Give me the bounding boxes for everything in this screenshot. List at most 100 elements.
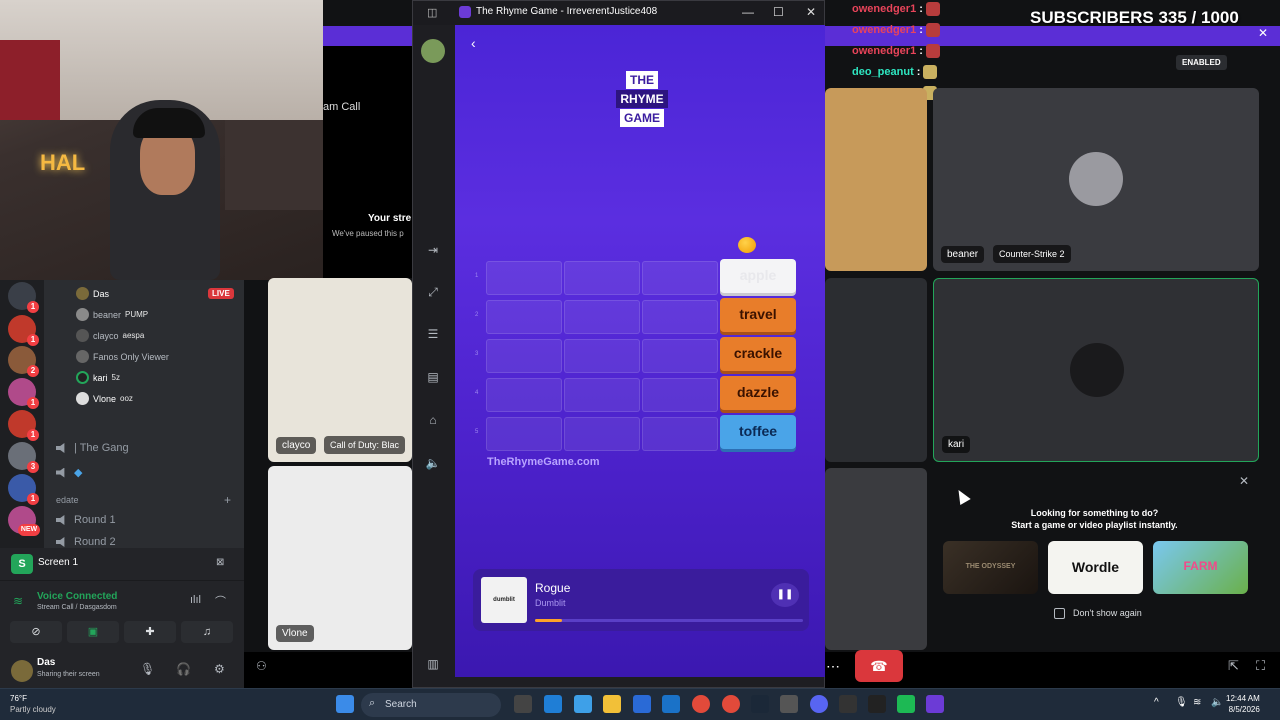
- app-icon[interactable]: [574, 695, 592, 713]
- close-share-icon[interactable]: ⊠: [216, 557, 224, 568]
- spotify-icon[interactable]: [897, 695, 915, 713]
- avatar[interactable]: [11, 660, 33, 682]
- label-icon[interactable]: ⌂: [425, 413, 441, 429]
- video-tile-beaner[interactable]: beaner Counter-Strike 2: [933, 88, 1259, 271]
- letter-cell[interactable]: [642, 339, 718, 373]
- expand-icon[interactable]: ⤢: [425, 285, 441, 301]
- server-icon[interactable]: 3: [8, 442, 39, 473]
- clock[interactable]: 12:44 AM 8/5/2026: [1226, 693, 1260, 715]
- close-icon[interactable]: ✕: [1258, 26, 1268, 40]
- noise-icon[interactable]: ılıl: [190, 594, 201, 606]
- mic-icon[interactable]: 🎙: [140, 662, 155, 676]
- word-tile[interactable]: crackle: [720, 337, 796, 371]
- store-icon[interactable]: [633, 695, 651, 713]
- pause-button[interactable]: ❚❚: [771, 583, 799, 607]
- share-screen-button[interactable]: ▣: [67, 621, 119, 643]
- activity-card-odyssey[interactable]: THE ODYSSEY: [943, 541, 1038, 594]
- minimize-button[interactable]: —: [742, 5, 754, 19]
- letter-cell[interactable]: [564, 417, 640, 451]
- server-icon[interactable]: 1: [8, 282, 39, 313]
- outlook-icon[interactable]: [662, 695, 680, 713]
- video-tile-kari[interactable]: kari: [933, 278, 1259, 462]
- weather-widget[interactable]: 76°F Partly cloudy: [10, 693, 56, 715]
- fullscreen-icon[interactable]: ⛶: [1256, 658, 1265, 674]
- voice-user[interactable]: kari 5z: [76, 371, 120, 384]
- server-icon[interactable]: 2: [8, 346, 39, 377]
- chrome-icon[interactable]: [692, 695, 710, 713]
- disconnect-icon[interactable]: ⌒: [215, 593, 226, 609]
- dont-show-checkbox[interactable]: [1054, 608, 1065, 619]
- activity-card-wordle[interactable]: Wordle: [1048, 541, 1143, 594]
- steam-icon[interactable]: [751, 695, 769, 713]
- letter-cell[interactable]: [642, 261, 718, 295]
- letter-cell[interactable]: [486, 378, 562, 412]
- start-icon[interactable]: [336, 695, 354, 713]
- taskbar-search[interactable]: ⌕ Search: [361, 693, 501, 717]
- letter-cell[interactable]: [642, 300, 718, 334]
- server-icon[interactable]: 1: [8, 378, 39, 409]
- popout-icon[interactable]: ⇱: [1228, 658, 1239, 674]
- captions-icon[interactable]: ▤: [425, 370, 441, 386]
- letter-cell[interactable]: [486, 339, 562, 373]
- server-icon[interactable]: 1: [8, 315, 39, 346]
- activities-button[interactable]: ✚: [124, 621, 176, 643]
- voice-channel-round-1[interactable]: Round 1: [56, 514, 116, 526]
- video-tile[interactable]: [825, 88, 927, 271]
- screen-share-bar[interactable]: S Screen 1 ⊠: [0, 548, 244, 580]
- exit-icon[interactable]: ⇥: [425, 243, 441, 259]
- voice-user[interactable]: Das: [76, 287, 109, 300]
- video-tile[interactable]: [825, 278, 927, 462]
- task-view-icon[interactable]: [514, 695, 532, 713]
- word-tile[interactable]: toffee: [720, 415, 796, 449]
- sidebar-toggle-icon[interactable]: ◫: [427, 6, 437, 19]
- add-channel-icon[interactable]: +: [224, 493, 231, 507]
- voice-channel-round-2[interactable]: Round 2: [56, 536, 116, 548]
- letter-cell[interactable]: [486, 261, 562, 295]
- rhyme-game-icon[interactable]: [926, 695, 944, 713]
- volume-icon[interactable]: 🔈: [425, 456, 441, 472]
- site-link[interactable]: TheRhymeGame.com: [487, 456, 599, 468]
- window-titlebar[interactable]: ◫ The Rhyme Game - IrreverentJustice408 …: [413, 1, 824, 25]
- video-tile-clayco[interactable]: clayco Call of Duty: Blac: [268, 278, 412, 462]
- person-add-icon[interactable]: ⚇: [256, 659, 267, 673]
- close-icon[interactable]: ✕: [1239, 474, 1249, 488]
- headphones-icon[interactable]: 🎧: [176, 662, 191, 676]
- server-icon[interactable]: 1: [8, 410, 39, 441]
- letter-cell[interactable]: [486, 417, 562, 451]
- gear-icon[interactable]: ⚙: [214, 662, 225, 676]
- letter-cell[interactable]: [642, 378, 718, 412]
- more-icon[interactable]: ⋯: [826, 658, 840, 675]
- file-explorer-icon[interactable]: [603, 695, 621, 713]
- app-icon[interactable]: [839, 695, 857, 713]
- activity-card-farm[interactable]: FARM: [1153, 541, 1248, 594]
- camera-off-button[interactable]: ⊘: [10, 621, 62, 643]
- avatar[interactable]: [421, 39, 445, 63]
- progress-bar[interactable]: [535, 619, 803, 622]
- word-tile[interactable]: dazzle: [720, 376, 796, 410]
- discord-icon[interactable]: [810, 695, 828, 713]
- chrome-icon[interactable]: [722, 695, 740, 713]
- video-tile[interactable]: [825, 468, 927, 650]
- edge-icon[interactable]: [544, 695, 562, 713]
- voice-user[interactable]: Fanos Only Viewer: [76, 350, 169, 363]
- maximize-button[interactable]: ☐: [773, 5, 784, 19]
- letter-cell[interactable]: [486, 300, 562, 334]
- letter-cell[interactable]: [642, 417, 718, 451]
- voice-user[interactable]: Vlone ooz: [76, 392, 133, 405]
- close-button[interactable]: ✕: [806, 5, 816, 19]
- letter-cell[interactable]: [564, 300, 640, 334]
- settings-sliders-icon[interactable]: ☰: [425, 327, 441, 343]
- word-tile[interactable]: travel: [720, 298, 796, 332]
- wifi-icon[interactable]: ≋: [1193, 697, 1201, 708]
- server-icon[interactable]: 1: [8, 474, 39, 505]
- hang-up-button[interactable]: ☎: [855, 650, 903, 682]
- chat-icon[interactable]: ▥: [425, 657, 441, 673]
- word-tile[interactable]: apple: [720, 259, 796, 293]
- terminal-icon[interactable]: [868, 695, 886, 713]
- letter-cell[interactable]: [564, 378, 640, 412]
- voice-user[interactable]: beaner PUMP: [76, 308, 148, 321]
- voice-user[interactable]: clayco aespa: [76, 329, 144, 342]
- app-icon[interactable]: [780, 695, 798, 713]
- letter-cell[interactable]: [564, 339, 640, 373]
- soundboard-button[interactable]: ♫: [181, 621, 233, 643]
